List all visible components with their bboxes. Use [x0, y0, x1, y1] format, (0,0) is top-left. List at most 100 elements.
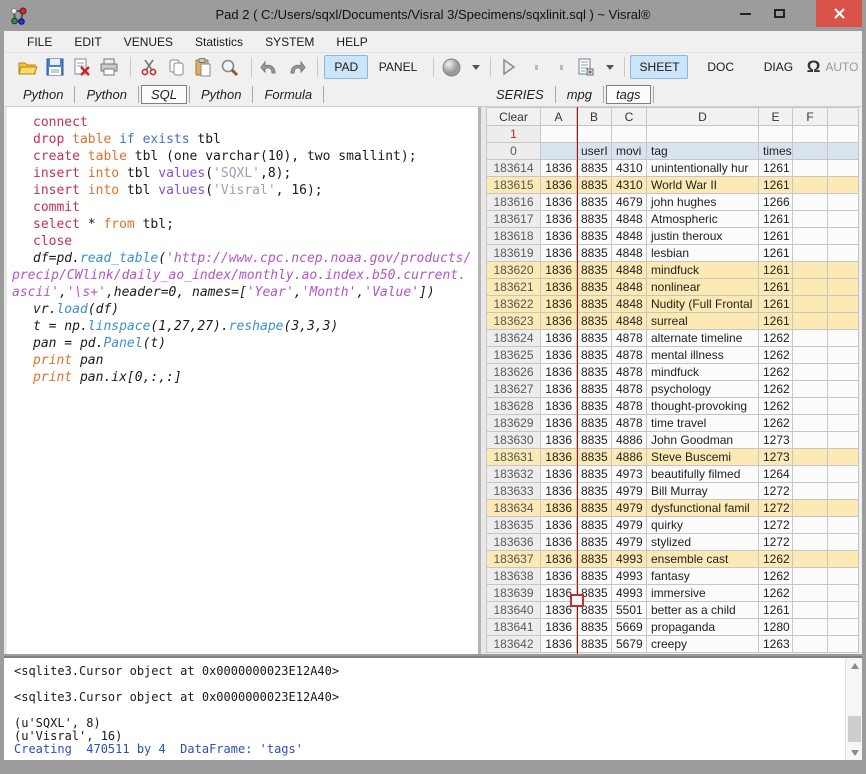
cell[interactable]: 4993 [612, 551, 647, 568]
cell[interactable]: 4878 [612, 364, 647, 381]
row-number-cell[interactable]: 183640 [487, 602, 541, 619]
scroll-thumb[interactable] [848, 716, 861, 742]
cell[interactable]: 1266 [759, 194, 793, 211]
cell[interactable] [793, 398, 828, 415]
cell[interactable]: 1262 [759, 551, 793, 568]
cell[interactable]: 4848 [612, 211, 647, 228]
row-number-cell[interactable]: 183615 [487, 177, 541, 194]
cell[interactable] [828, 398, 859, 415]
cell[interactable] [828, 585, 859, 602]
row-number-cell[interactable]: 183630 [487, 432, 541, 449]
cell[interactable]: mindfuck [647, 262, 759, 279]
cell[interactable]: 1836 [541, 364, 577, 381]
row-number-cell[interactable]: 0 [487, 143, 541, 160]
cell[interactable]: 1836 [541, 313, 577, 330]
cell[interactable]: 8835 [577, 296, 612, 313]
cell[interactable]: 8835 [577, 245, 612, 262]
cell[interactable] [793, 330, 828, 347]
cell[interactable]: Bill Murray [647, 483, 759, 500]
field-header-cell[interactable]: times [759, 143, 793, 160]
clear-header-cell[interactable]: Clear [487, 108, 541, 126]
cell[interactable]: 1836 [541, 466, 577, 483]
cell[interactable]: 1280 [759, 619, 793, 636]
cell[interactable] [793, 194, 828, 211]
cell[interactable] [793, 432, 828, 449]
cell[interactable] [828, 517, 859, 534]
tab-python[interactable]: Python [77, 85, 135, 104]
cell[interactable] [828, 602, 859, 619]
field-header-cell[interactable] [828, 143, 859, 160]
cell[interactable]: 4973 [612, 466, 647, 483]
cell[interactable] [793, 160, 828, 177]
cell[interactable]: 1836 [541, 551, 577, 568]
cell[interactable]: 8835 [577, 415, 612, 432]
cell[interactable] [828, 262, 859, 279]
cell[interactable]: ensemble cast [647, 551, 759, 568]
cell[interactable]: Steve Buscemi [647, 449, 759, 466]
column-header-cell[interactable]: B [577, 108, 612, 126]
cell[interactable] [793, 364, 828, 381]
cell[interactable]: 1261 [759, 279, 793, 296]
cell[interactable] [828, 568, 859, 585]
cell[interactable]: 8835 [577, 551, 612, 568]
cell[interactable]: 4848 [612, 296, 647, 313]
cell[interactable]: 4848 [612, 228, 647, 245]
cell[interactable] [793, 245, 828, 262]
cell[interactable]: 4878 [612, 330, 647, 347]
cell[interactable]: beautifully filmed [647, 466, 759, 483]
cell[interactable] [828, 177, 859, 194]
paste-button[interactable] [191, 55, 215, 79]
row-number-cell[interactable]: 183628 [487, 398, 541, 415]
cell[interactable]: 4848 [612, 245, 647, 262]
row-number-cell[interactable]: 183637 [487, 551, 541, 568]
menu-item-help[interactable]: HELP [325, 32, 378, 52]
cell[interactable] [793, 449, 828, 466]
cell[interactable] [793, 381, 828, 398]
column-header-cell[interactable]: E [759, 108, 793, 126]
cell[interactable]: 1261 [759, 177, 793, 194]
cell[interactable] [793, 296, 828, 313]
cell[interactable]: 1836 [541, 398, 577, 415]
row-number-cell[interactable]: 183618 [487, 228, 541, 245]
cell[interactable]: 1836 [541, 228, 577, 245]
cell[interactable]: 1836 [541, 415, 577, 432]
cell[interactable] [577, 126, 612, 143]
cell[interactable]: 4886 [612, 432, 647, 449]
cell[interactable]: quirky [647, 517, 759, 534]
cell[interactable]: 1836 [541, 211, 577, 228]
cell[interactable] [828, 211, 859, 228]
row-number-cell[interactable]: 183620 [487, 262, 541, 279]
cell[interactable] [793, 347, 828, 364]
cell[interactable]: 1836 [541, 432, 577, 449]
cell[interactable]: john hughes [647, 194, 759, 211]
cell[interactable]: 4310 [612, 177, 647, 194]
cell[interactable]: 1836 [541, 194, 577, 211]
cell[interactable] [541, 126, 577, 143]
field-header-cell[interactable] [793, 143, 828, 160]
cell[interactable]: 1272 [759, 500, 793, 517]
cell[interactable]: 1273 [759, 432, 793, 449]
cell[interactable]: 4993 [612, 568, 647, 585]
cell[interactable] [828, 160, 859, 177]
cell[interactable]: 1836 [541, 517, 577, 534]
cell[interactable]: 8835 [577, 262, 612, 279]
cell[interactable] [793, 517, 828, 534]
cell[interactable]: 4878 [612, 381, 647, 398]
cell[interactable]: 8835 [577, 160, 612, 177]
cell[interactable]: 1836 [541, 296, 577, 313]
cell[interactable] [828, 466, 859, 483]
cell[interactable]: nonlinear [647, 279, 759, 296]
cell[interactable]: unintentionally hur [647, 160, 759, 177]
cell[interactable]: 1261 [759, 160, 793, 177]
cell[interactable] [828, 415, 859, 432]
cell[interactable]: Atmospheric [647, 211, 759, 228]
cell[interactable]: 4979 [612, 517, 647, 534]
cell[interactable] [828, 126, 859, 143]
tab-formula[interactable]: Formula [255, 85, 321, 104]
cell[interactable]: 4679 [612, 194, 647, 211]
search-button[interactable] [218, 55, 242, 79]
cell[interactable] [828, 381, 859, 398]
cell[interactable]: 8835 [577, 211, 612, 228]
tab-tags[interactable]: tags [606, 85, 651, 104]
script-list-dropdown-button[interactable] [601, 55, 615, 79]
